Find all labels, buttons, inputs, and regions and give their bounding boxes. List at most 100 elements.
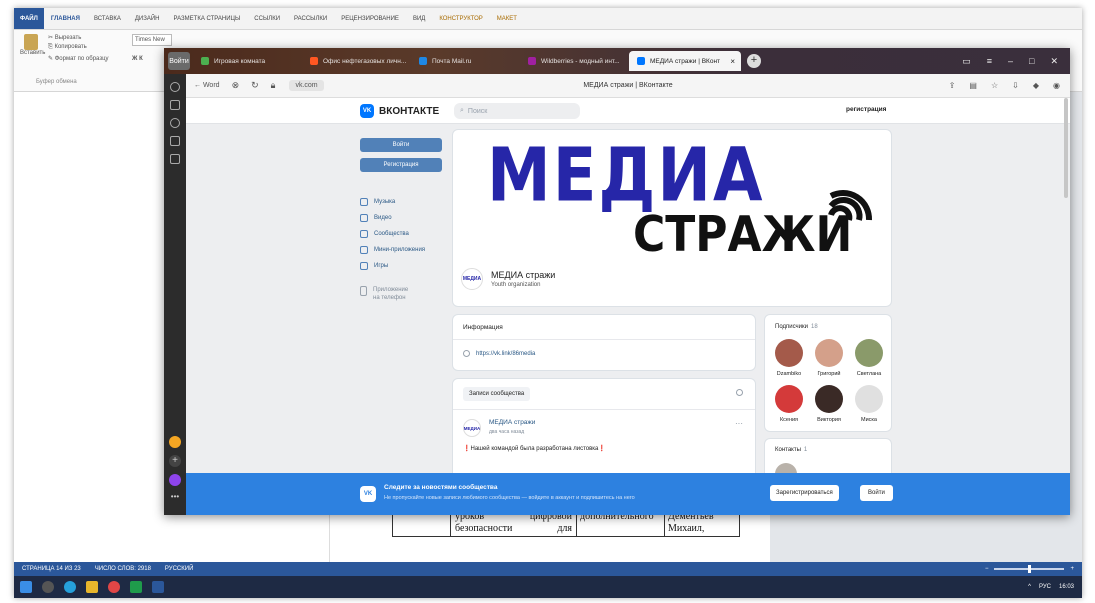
- more-icon[interactable]: •••: [169, 493, 181, 505]
- tray-clock[interactable]: 16:03: [1059, 584, 1074, 590]
- vk-signup-button[interactable]: Регистрация: [360, 158, 442, 172]
- new-tab-button[interactable]: +: [747, 54, 761, 68]
- word-tab-layout[interactable]: РАЗМЕТКА СТРАНИЦЫ: [167, 16, 248, 22]
- url-field[interactable]: vk.com: [289, 80, 324, 91]
- zoom-slider[interactable]: [994, 565, 1065, 573]
- page-scrollbar[interactable]: [1064, 98, 1068, 198]
- reader-icon[interactable]: ▤: [969, 81, 977, 90]
- subscriber-name[interactable]: Ксения: [771, 417, 807, 423]
- contacts-title[interactable]: Контакты 1: [775, 447, 807, 453]
- post-time[interactable]: два часа назад: [489, 429, 524, 435]
- close-tab-icon[interactable]: ×: [730, 57, 735, 66]
- word-tab-file[interactable]: ФАЙЛ: [14, 8, 44, 29]
- lock-icon[interactable]: 🔒︎: [271, 80, 276, 91]
- search-icon[interactable]: [736, 389, 743, 396]
- nav-item-video[interactable]: Видео: [360, 210, 444, 226]
- subscriber-item[interactable]: Ксения: [771, 385, 807, 423]
- zoom-in-icon[interactable]: +: [1070, 566, 1074, 572]
- word-tab-review[interactable]: РЕЦЕНЗИРОВАНИЕ: [334, 16, 406, 22]
- zoom-out-icon[interactable]: −: [985, 566, 989, 572]
- search-icon[interactable]: [42, 581, 54, 593]
- subscriber-name[interactable]: Григорий: [811, 371, 847, 377]
- word-tab-mailings[interactable]: РАССЫЛКИ: [287, 16, 334, 22]
- word-tab-design[interactable]: ДИЗАЙН: [128, 16, 167, 22]
- word-tab-constructor[interactable]: КОНСТРУКТОР: [432, 16, 489, 22]
- reload-icon[interactable]: ↻: [251, 80, 259, 91]
- subscriber-item[interactable]: Миска: [851, 385, 887, 423]
- vk-register-link[interactable]: регистрация: [846, 106, 886, 113]
- gallery-icon[interactable]: [170, 154, 180, 164]
- subscriber-item[interactable]: Григорий: [811, 339, 847, 377]
- browser-tab[interactable]: Игровая комната: [193, 51, 299, 71]
- more-icon[interactable]: ···: [735, 419, 743, 428]
- vk-logo[interactable]: VK ВКОНТАКТЕ: [360, 104, 439, 118]
- status-language[interactable]: РУССКИЙ: [165, 566, 193, 572]
- subscriber-avatar[interactable]: [775, 385, 803, 413]
- back-button[interactable]: ← Word: [194, 82, 220, 89]
- collections-icon[interactable]: [170, 100, 180, 110]
- subscriber-item[interactable]: Виктория: [811, 385, 847, 423]
- subscriber-item[interactable]: Dzambiko: [771, 339, 807, 377]
- profile-icon[interactable]: ◉: [1053, 81, 1060, 90]
- notes-icon[interactable]: [170, 136, 180, 146]
- word-tab-table-layout[interactable]: МАКЕТ: [490, 16, 524, 22]
- tray-chevron-icon[interactable]: ^: [1028, 584, 1031, 590]
- subscriber-item[interactable]: Светлана: [851, 339, 887, 377]
- zoom-thumb[interactable]: [1028, 565, 1032, 573]
- app-download-link[interactable]: Приложение на телефон: [360, 286, 444, 302]
- banner-register-button[interactable]: Зарегистрироваться: [770, 485, 839, 501]
- add-panel-icon[interactable]: +: [169, 455, 181, 467]
- format-painter-button[interactable]: ✎ Формат по образцу: [48, 55, 109, 62]
- banner-login-button[interactable]: Войти: [860, 485, 893, 501]
- status-words[interactable]: ЧИСЛО СЛОВ: 2918: [95, 566, 151, 572]
- menu-icon[interactable]: ≡: [987, 56, 992, 67]
- browser-tab[interactable]: Wildberries - модный инт...: [520, 51, 626, 71]
- status-page[interactable]: СТРАНИЦА 14 ИЗ 23: [22, 566, 81, 572]
- font-name-box[interactable]: Times New: [132, 34, 172, 46]
- downloads-icon[interactable]: ⇩: [1012, 81, 1019, 90]
- subscriber-avatar[interactable]: [775, 339, 803, 367]
- edge-icon[interactable]: [64, 581, 76, 593]
- paste-button[interactable]: Вставить: [20, 34, 45, 64]
- word-icon[interactable]: [152, 581, 164, 593]
- tray-language[interactable]: РУС: [1039, 584, 1051, 590]
- word-tab-view[interactable]: ВИД: [406, 16, 432, 22]
- subscriber-name[interactable]: Виктория: [811, 417, 847, 423]
- play-icon[interactable]: [170, 118, 180, 128]
- bookmark-icon[interactable]: ☆: [991, 81, 998, 90]
- browser-tab[interactable]: Офис нефтегазовых личн...: [302, 51, 408, 71]
- maximize-icon[interactable]: □: [1029, 56, 1034, 67]
- bold-italic-buttons[interactable]: Ж К: [132, 56, 143, 62]
- start-icon[interactable]: [20, 581, 32, 593]
- subscriber-name[interactable]: Светлана: [851, 371, 887, 377]
- info-link[interactable]: https://vk.link/86media: [463, 350, 535, 357]
- subscriber-name[interactable]: Миска: [851, 417, 887, 423]
- post-author[interactable]: МЕДИА стражи: [489, 419, 535, 426]
- close-icon[interactable]: ✕: [1050, 56, 1058, 67]
- group-avatar[interactable]: МЕДИА: [461, 268, 483, 290]
- share-icon[interactable]: ⇪: [949, 81, 956, 90]
- vk-login-button[interactable]: Войти: [360, 138, 442, 152]
- messenger-icon[interactable]: [169, 474, 181, 486]
- browser-tab-active[interactable]: МЕДИА стражи | ВКонт ×: [629, 51, 741, 71]
- vk-search-input[interactable]: ⌕ Поиск: [454, 103, 580, 119]
- post-avatar[interactable]: МЕДИА: [463, 419, 481, 437]
- word-tab-insert[interactable]: ВСТАВКА: [87, 16, 128, 22]
- word-tab-references[interactable]: ССЫЛКИ: [247, 16, 287, 22]
- browser-tab[interactable]: Почта Mail.ru: [411, 51, 517, 71]
- nav-item-music[interactable]: Музыка: [360, 194, 444, 210]
- extension-icon[interactable]: ◆: [1033, 81, 1039, 90]
- subscriber-avatar[interactable]: [815, 339, 843, 367]
- explorer-icon[interactable]: [86, 581, 98, 593]
- history-icon[interactable]: [170, 82, 180, 92]
- minimize-icon[interactable]: –: [1008, 56, 1013, 67]
- yandex-menu-button[interactable]: Войти: [168, 52, 190, 70]
- nav-item-games[interactable]: Игры: [360, 258, 444, 274]
- yandex-browser-icon[interactable]: [108, 581, 120, 593]
- subscriber-avatar[interactable]: [855, 385, 883, 413]
- cut-button[interactable]: ✂ Вырезать: [48, 34, 81, 41]
- bookmarks-icon[interactable]: ▭: [962, 56, 971, 67]
- subscribers-title[interactable]: Подписчики 18: [775, 324, 818, 330]
- subscriber-avatar[interactable]: [815, 385, 843, 413]
- nav-item-mini-apps[interactable]: Мини-приложения: [360, 242, 444, 258]
